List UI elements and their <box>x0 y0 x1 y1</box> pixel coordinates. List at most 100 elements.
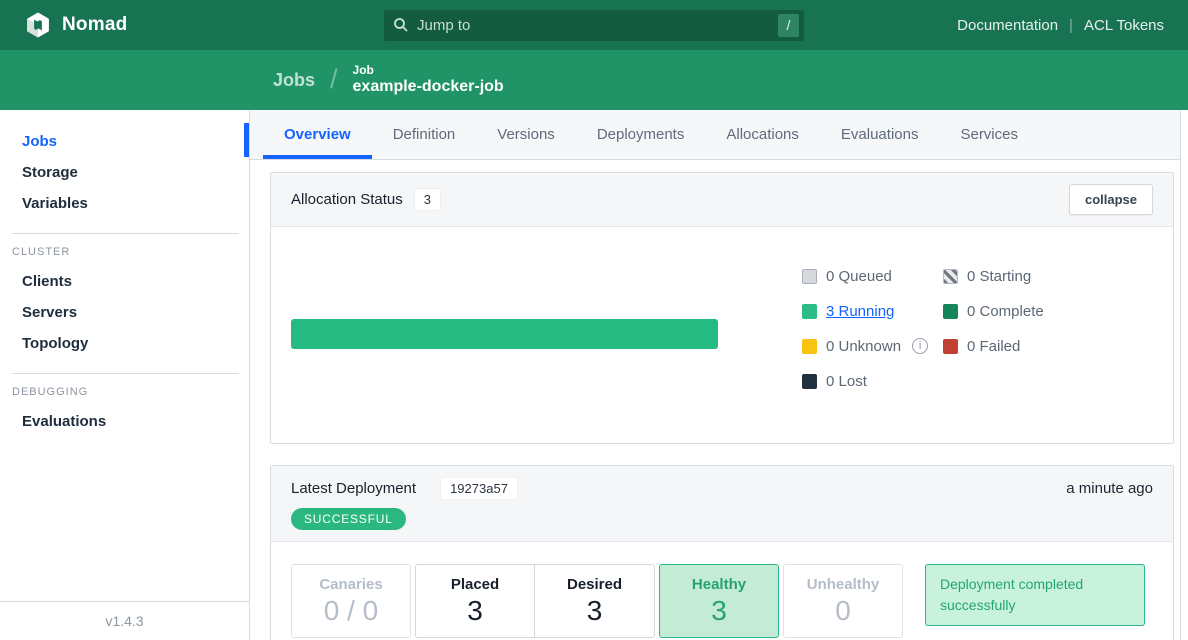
info-icon[interactable]: i <box>912 338 928 354</box>
legend-swatch-starting <box>943 269 958 284</box>
scrollbar-gutter[interactable] <box>1180 110 1188 640</box>
navbar-right: Documentation | ACL Tokens <box>804 17 1164 34</box>
metric-healthy: Healthy 3 <box>659 564 779 638</box>
search-shortcut-key: / <box>778 14 799 37</box>
allocation-status-title: Allocation Status <box>291 191 403 208</box>
metric-desired-value: 3 <box>587 595 603 627</box>
jump-to-search[interactable]: / <box>384 10 804 41</box>
navbar-link-divider: | <box>1069 17 1073 34</box>
sidebar-item-clients[interactable]: Clients <box>22 266 249 297</box>
sidebar-heading-debugging: DEBUGGING <box>12 386 249 398</box>
latest-deployment-panel: Latest Deployment 19273a57 a minute ago … <box>270 465 1174 640</box>
legend-label-starting: 0 Starting <box>967 268 1031 285</box>
allocation-legend: 0 Queued 0 Starting 3 Running 0 Com <box>802 265 1103 392</box>
sidebar-item-evaluations[interactable]: Evaluations <box>22 406 249 437</box>
legend-swatch-queued <box>802 269 817 284</box>
breadcrumb-jobs-link[interactable]: Jobs <box>273 70 315 91</box>
breadcrumb-separator: / <box>330 64 338 95</box>
page-layout: Jobs Storage Variables CLUSTER Clients S… <box>0 110 1188 640</box>
legend-item-running: 3 Running <box>802 300 943 322</box>
collapse-button[interactable]: collapse <box>1069 184 1153 215</box>
search-input[interactable] <box>409 17 778 34</box>
navbar-left: Nomad <box>24 11 384 39</box>
legend-item-complete: 0 Complete <box>943 300 1103 322</box>
content-scroll-area: Allocation Status 3 collapse 0 Queued 0 … <box>250 160 1188 640</box>
tab-evaluations[interactable]: Evaluations <box>820 110 940 159</box>
top-navbar: Nomad / Documentation | ACL Tokens <box>0 0 1188 50</box>
allocation-count-badge: 3 <box>414 188 441 211</box>
deployment-id-badge: 19273a57 <box>440 477 518 500</box>
metric-canaries-value: 0 / 0 <box>324 595 378 627</box>
breadcrumb-current-job[interactable]: Job example-docker-job <box>353 64 504 96</box>
sidebar-primary-list: Jobs Storage Variables <box>0 110 249 219</box>
tab-versions[interactable]: Versions <box>476 110 576 159</box>
breadcrumb: Jobs / Job example-docker-job <box>0 50 1188 110</box>
search-icon <box>393 17 409 33</box>
sidebar-item-servers[interactable]: Servers <box>22 297 249 328</box>
metric-unhealthy-value: 0 <box>835 595 851 627</box>
metric-canaries: Canaries 0 / 0 <box>291 564 411 638</box>
metric-healthy-label: Healthy <box>692 575 746 595</box>
tab-definition[interactable]: Definition <box>372 110 477 159</box>
sidebar: Jobs Storage Variables CLUSTER Clients S… <box>0 110 250 640</box>
latest-deployment-title: Latest Deployment <box>291 480 416 497</box>
sidebar-item-variables[interactable]: Variables <box>22 188 249 219</box>
deployment-timestamp: a minute ago <box>1066 480 1153 497</box>
metric-placed-label: Placed <box>451 575 499 595</box>
sidebar-debugging-list: Evaluations <box>0 400 249 437</box>
job-tabbar: Overview Definition Versions Deployments… <box>250 110 1188 160</box>
legend-swatch-lost <box>802 374 817 389</box>
tab-allocations[interactable]: Allocations <box>705 110 820 159</box>
legend-swatch-running <box>802 304 817 319</box>
sidebar-divider <box>12 233 239 234</box>
sidebar-item-storage[interactable]: Storage <box>22 157 249 188</box>
main-content: Overview Definition Versions Deployments… <box>250 110 1188 640</box>
sidebar-active-indicator <box>244 123 249 157</box>
version-label: v1.4.3 <box>0 601 249 640</box>
metric-desired: Desired 3 <box>535 564 655 638</box>
page-title: example-docker-job <box>353 78 504 96</box>
brand-name: Nomad <box>62 14 127 36</box>
legend-item-queued: 0 Queued <box>802 265 943 287</box>
tab-services[interactable]: Services <box>939 110 1039 159</box>
metric-canaries-label: Canaries <box>319 575 382 595</box>
allocation-chart-body: 0 Queued 0 Starting 3 Running 0 Com <box>271 227 1173 443</box>
deployment-status-badge: SUCCESSFUL <box>291 508 406 530</box>
legend-label-queued: 0 Queued <box>826 268 892 285</box>
legend-swatch-unknown <box>802 339 817 354</box>
documentation-link[interactable]: Documentation <box>957 17 1058 34</box>
legend-item-lost: 0 Lost <box>802 370 943 392</box>
deployment-message: Deployment completed successfully <box>925 564 1145 626</box>
legend-label-lost: 0 Lost <box>826 373 867 390</box>
metric-placed: Placed 3 <box>415 564 535 638</box>
legend-swatch-complete <box>943 304 958 319</box>
legend-label-unknown: 0 Unknown <box>826 338 901 355</box>
acl-tokens-link[interactable]: ACL Tokens <box>1084 17 1164 34</box>
legend-swatch-failed <box>943 339 958 354</box>
breadcrumb-kicker: Job <box>353 64 504 78</box>
tab-overview[interactable]: Overview <box>263 110 372 159</box>
tab-deployments[interactable]: Deployments <box>576 110 706 159</box>
metric-desired-label: Desired <box>567 575 622 595</box>
metric-placed-value: 3 <box>467 595 483 627</box>
sidebar-divider <box>12 373 239 374</box>
metric-unhealthy: Unhealthy 0 <box>783 564 903 638</box>
allocation-status-header: Allocation Status 3 collapse <box>271 173 1173 227</box>
legend-item-failed: 0 Failed <box>943 335 1103 357</box>
legend-label-complete: 0 Complete <box>967 303 1044 320</box>
sidebar-heading-cluster: CLUSTER <box>12 246 249 258</box>
nomad-home-link[interactable]: Nomad <box>24 11 127 39</box>
sidebar-item-topology[interactable]: Topology <box>22 328 249 359</box>
allocation-status-panel: Allocation Status 3 collapse 0 Queued 0 … <box>270 172 1174 444</box>
allocation-status-bar[interactable] <box>291 319 718 349</box>
legend-item-unknown: 0 Unknown i <box>802 335 943 357</box>
running-allocations-link[interactable]: 3 Running <box>826 303 894 320</box>
metric-group-placed-desired: Placed 3 Desired 3 <box>415 564 655 638</box>
latest-deployment-header: Latest Deployment 19273a57 a minute ago … <box>271 466 1173 542</box>
deployment-metrics-row: Canaries 0 / 0 Placed 3 Desired 3 <box>271 542 1173 640</box>
sidebar-item-jobs[interactable]: Jobs <box>22 126 249 157</box>
nomad-logo-icon <box>24 11 52 39</box>
metric-unhealthy-label: Unhealthy <box>807 575 880 595</box>
sidebar-cluster-list: Clients Servers Topology <box>0 260 249 359</box>
legend-item-starting: 0 Starting <box>943 265 1103 287</box>
